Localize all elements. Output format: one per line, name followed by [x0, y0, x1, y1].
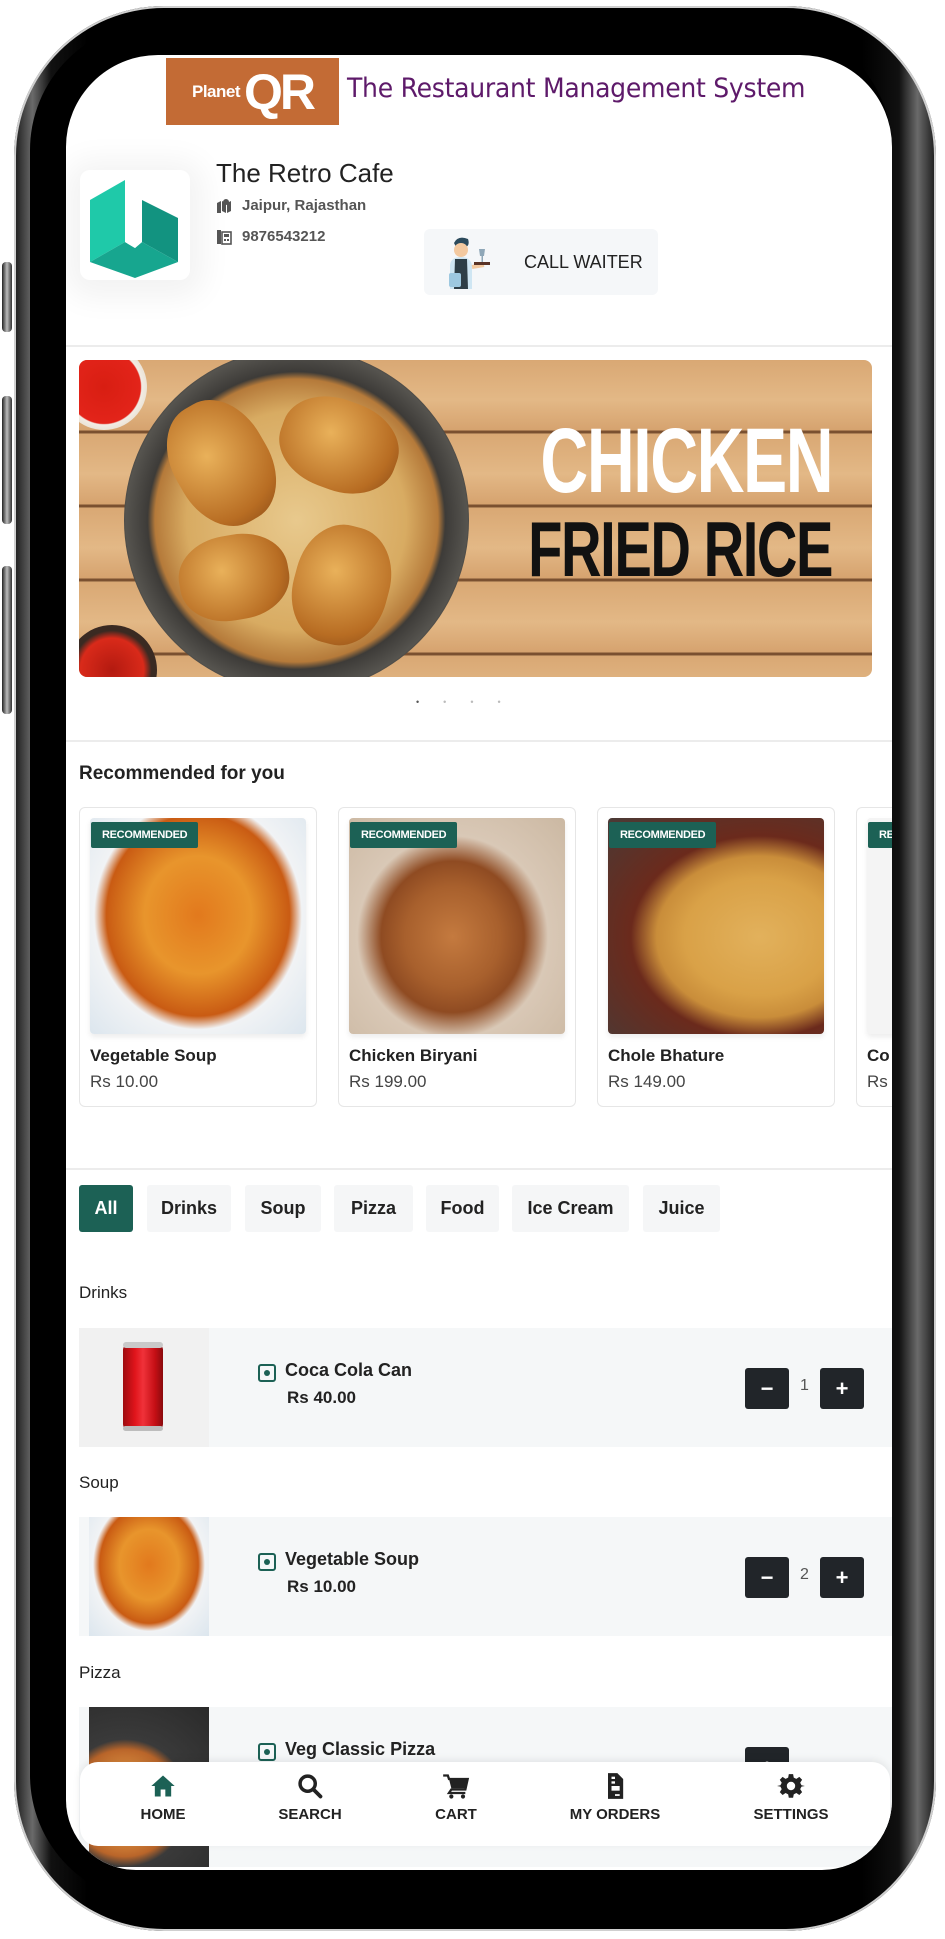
recommended-card[interactable]: RECOMMENDED Vegetable Soup Rs 10.00 — [79, 807, 317, 1107]
banner-divider — [66, 740, 892, 742]
nav-my-orders-label: MY ORDERS — [569, 1806, 661, 1823]
chili-bowl-image — [79, 625, 157, 677]
veg-indicator-icon — [258, 1553, 276, 1571]
map-location-icon — [217, 198, 231, 213]
promo-banner[interactable]: CHICKEN FRIED RICE — [79, 360, 872, 677]
restaurant-phone: 9876543212 — [216, 228, 325, 245]
recommended-badge: RECOMMENDED — [868, 822, 892, 848]
carousel-indicator[interactable]: • — [416, 697, 419, 707]
recommended-item-price: Rs 199.00 — [349, 1072, 427, 1091]
menu-item-name: Coca Cola Can — [285, 1360, 413, 1380]
category-chip-all[interactable]: All — [79, 1185, 133, 1232]
category-heading-pizza: Pizza — [79, 1663, 121, 1682]
recommended-badge: RECOMMENDED — [350, 822, 458, 848]
increase-quantity-button[interactable]: + — [820, 1368, 864, 1409]
recommended-badge: RECOMMENDED — [609, 822, 717, 848]
category-chip-food[interactable]: Food — [426, 1185, 499, 1232]
nav-cart[interactable]: CART — [396, 1772, 516, 1838]
phone-volume-down — [2, 566, 12, 714]
carousel-indicator[interactable]: • — [497, 697, 500, 707]
menu-item-price: Rs 10.00 — [287, 1577, 356, 1596]
category-chip-drinks[interactable]: Drinks — [147, 1185, 231, 1232]
waiter-icon — [449, 237, 490, 289]
decrease-quantity-button[interactable]: − — [745, 1557, 789, 1598]
carousel-indicator[interactable]: • — [470, 697, 473, 707]
category-heading-soup: Soup — [79, 1473, 119, 1492]
restaurant-location: Jaipur, Rajasthan — [216, 197, 366, 214]
nav-home-label: HOME — [140, 1806, 186, 1823]
coca-cola-can-image — [79, 1328, 209, 1447]
recommended-item-name: Chole Bhature — [608, 1046, 725, 1065]
logo-qr-text: QR — [244, 63, 316, 120]
restaurant-logo — [80, 170, 190, 280]
vegetable-soup-image — [89, 1517, 209, 1636]
orders-icon — [608, 1773, 624, 1799]
sauce-bowl-image — [79, 360, 147, 430]
recommended-item-image — [867, 818, 892, 1034]
logo-planet-text: Planet — [191, 81, 241, 101]
cart-icon — [443, 1774, 470, 1799]
recommended-card[interactable]: RECOMMENDED Chicken Biryani Rs 199.00 — [338, 807, 576, 1107]
vegetable-soup-image — [90, 818, 306, 1034]
chicken-biryani-image — [349, 818, 565, 1034]
chole-bhature-image — [608, 818, 824, 1034]
category-chip-soup[interactable]: Soup — [245, 1185, 321, 1232]
recommended-item-price: Rs 149.00 — [608, 1072, 686, 1091]
planetqr-logo: Planet QR — [166, 58, 339, 125]
menu-item-name: Vegetable Soup — [285, 1549, 420, 1569]
home-icon — [151, 1775, 175, 1797]
recommended-badge: RECOMMENDED — [91, 822, 199, 848]
quantity-value: 2 — [800, 1566, 809, 1583]
settings-icon — [777, 1774, 805, 1798]
restaurant-logo-icon — [90, 180, 178, 278]
nav-search[interactable]: SEARCH — [250, 1772, 370, 1838]
app-screen: Planet QR The Restaurant Management Syst… — [66, 55, 892, 1870]
carousel-indicator[interactable]: • — [443, 697, 446, 707]
phone-volume-up — [2, 396, 12, 524]
restaurant-name: The Retro Cafe — [216, 158, 394, 188]
menu-item-row: Vegetable Soup Rs 10.00 − 2 + — [79, 1517, 892, 1636]
nav-settings-label: SETTINGS — [753, 1806, 829, 1823]
nav-settings[interactable]: SETTINGS — [731, 1772, 851, 1838]
quantity-value: 1 — [800, 1377, 809, 1394]
location-text: Jaipur, Rajasthan — [242, 197, 367, 214]
veg-indicator-icon — [258, 1364, 276, 1382]
fax-phone-icon — [217, 229, 232, 245]
phone-text: 9876543212 — [242, 228, 326, 245]
recommended-item-name: Vegetable Soup — [90, 1046, 217, 1065]
nav-my-orders[interactable]: MY ORDERS — [555, 1772, 675, 1838]
search-icon — [298, 1774, 323, 1799]
recommended-item-price: Rs — [867, 1072, 888, 1091]
call-waiter-button[interactable]: CALL WAITER — [424, 229, 658, 295]
call-waiter-label: CALL WAITER — [524, 252, 643, 272]
brand-tagline: The Restaurant Management System — [347, 73, 806, 104]
menu-item-price: Rs 40.00 — [287, 1388, 356, 1407]
recommended-card[interactable]: RECOMMENDED Co Rs — [856, 807, 892, 1107]
veg-indicator-icon — [258, 1743, 276, 1761]
category-chip-juice[interactable]: Juice — [643, 1185, 720, 1232]
recommended-card[interactable]: RECOMMENDED Chole Bhature Rs 149.00 — [597, 807, 835, 1107]
menu-item-row: Coca Cola Can Rs 40.00 − 1 + — [79, 1328, 892, 1447]
header-divider — [66, 345, 892, 347]
recommended-title: Recommended for you — [79, 763, 285, 784]
menu-item-name: Veg Classic Pizza — [285, 1739, 436, 1759]
decrease-quantity-button[interactable]: − — [745, 1368, 789, 1409]
nav-search-label: SEARCH — [278, 1806, 342, 1823]
increase-quantity-button[interactable]: + — [820, 1557, 864, 1598]
carousel-indicators: • • • • — [416, 697, 501, 707]
category-chip-ice-cream[interactable]: Ice Cream — [512, 1185, 629, 1232]
bottom-navigation: HOME SEARCH CART MY ORDERS SETTINGS — [80, 1762, 890, 1846]
nav-home[interactable]: HOME — [103, 1772, 223, 1838]
banner-title-line1: CHICKEN — [540, 410, 833, 512]
nav-cart-label: CART — [435, 1806, 477, 1823]
recommended-item-name: Chicken Biryani — [349, 1046, 478, 1065]
phone-mute-switch — [2, 262, 12, 332]
banner-title-line2: FRIED RICE — [528, 505, 833, 593]
recommended-item-price: Rs 10.00 — [90, 1072, 159, 1091]
recommended-divider — [66, 1168, 892, 1170]
category-chip-pizza[interactable]: Pizza — [334, 1185, 413, 1232]
recommended-item-name: Co — [867, 1046, 890, 1065]
category-heading-drinks: Drinks — [79, 1283, 128, 1302]
